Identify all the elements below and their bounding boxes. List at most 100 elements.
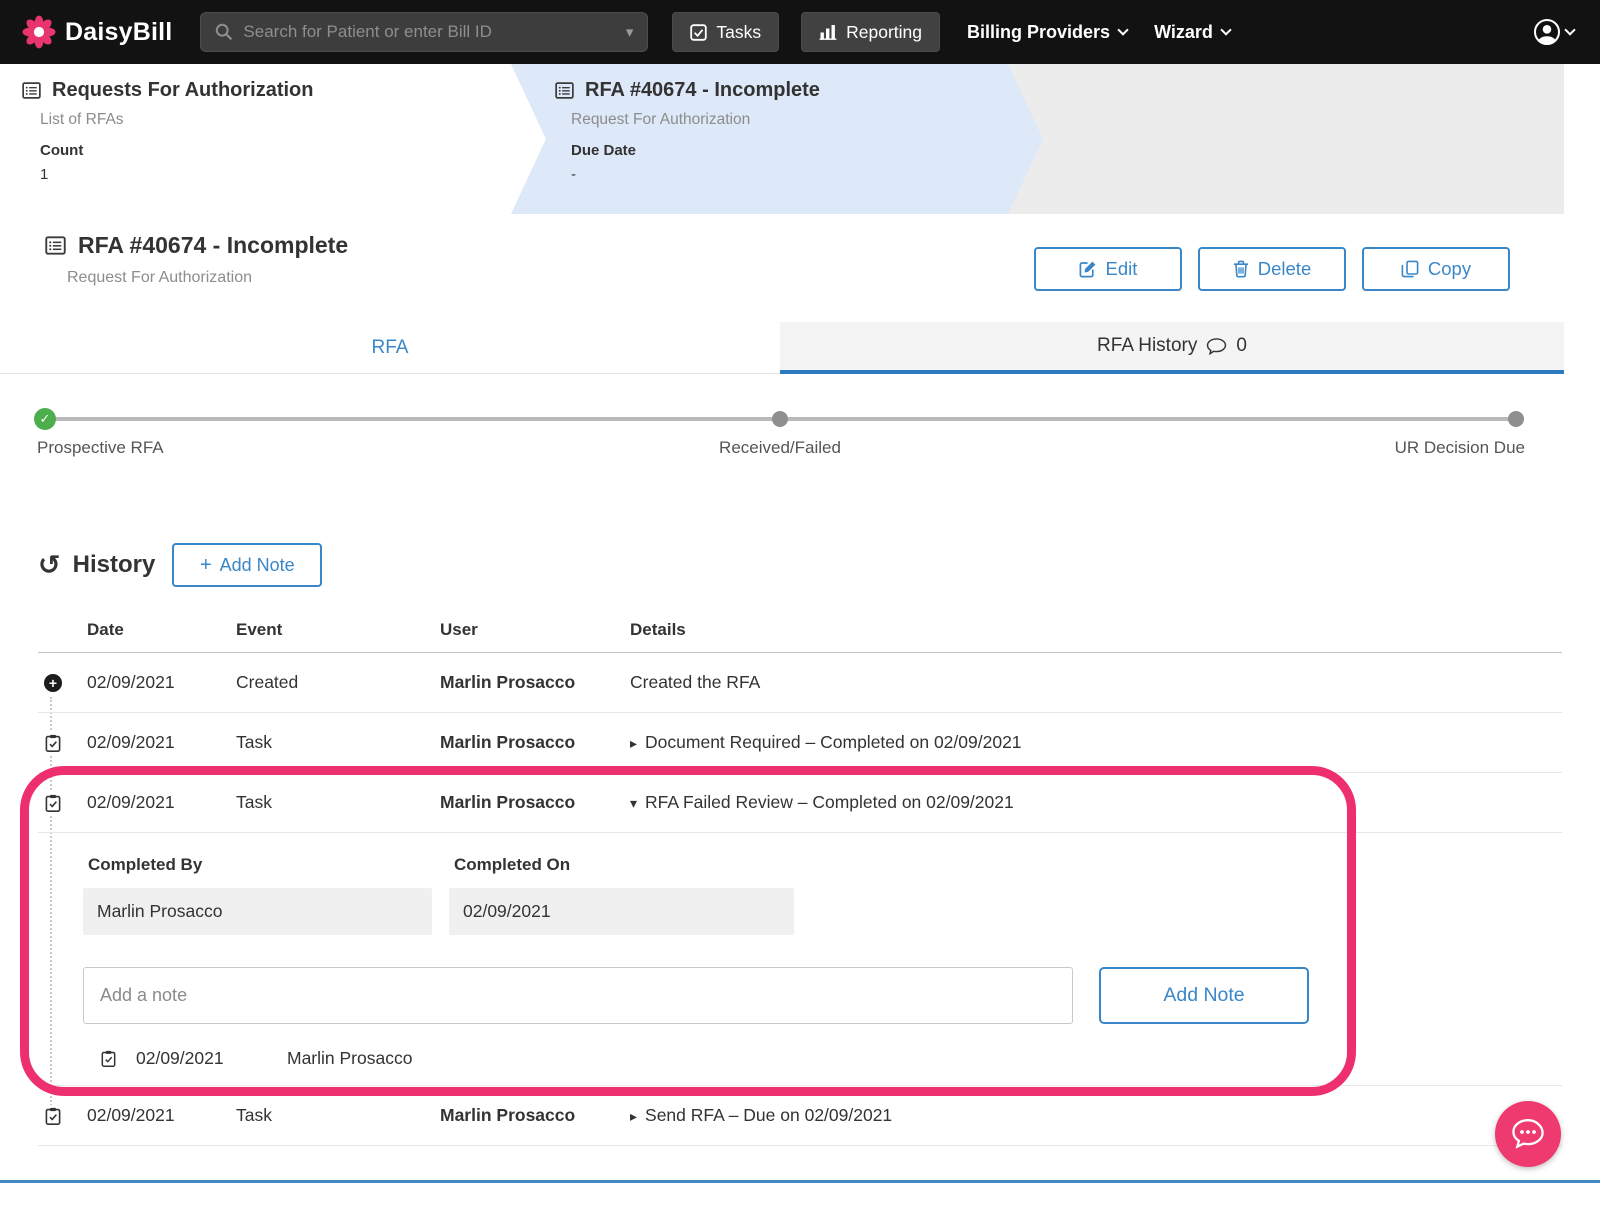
clipboard-check-icon [42, 731, 64, 754]
breadcrumb-title: RFA #40674 - Incomplete [585, 79, 820, 101]
row-event: Task [236, 792, 272, 812]
history-header: ↺ History + Add Note [38, 543, 1600, 587]
brand[interactable]: DaisyBill [22, 15, 172, 49]
row-user: Marlin Prosacco [440, 732, 576, 752]
page-title: RFA #40674 - Incomplete [78, 232, 349, 258]
delete-button[interactable]: Delete [1198, 247, 1346, 291]
clipboard-check-icon [98, 1050, 118, 1067]
plus-icon: + [199, 554, 212, 576]
row-date: 02/09/2021 [87, 1105, 175, 1125]
table-row: + 02/09/2021 Created Marlin Prosacco Cre… [38, 653, 1562, 713]
brand-name: DaisyBill [65, 17, 173, 46]
clipboard-check-icon [42, 791, 64, 814]
history-heading: History [72, 551, 156, 578]
col-details: Details [630, 619, 686, 639]
wizard-menu[interactable]: Wizard [1154, 22, 1232, 43]
plus-circle-icon: + [42, 671, 64, 694]
tab-bar: RFA RFA History 0 [0, 322, 1564, 374]
top-nav: DaisyBill ▾ Tasks Reporting Billing Prov… [0, 0, 1600, 64]
chevron-down-icon [1564, 24, 1576, 36]
table-header-row: Date Event User Details [38, 607, 1562, 653]
completed-by-value: Marlin Prosacco [83, 888, 432, 935]
row-details: Created the RFA [630, 672, 761, 692]
col-event: Event [236, 619, 283, 639]
row-date: 02/09/2021 [87, 792, 175, 812]
row-event: Task [236, 732, 272, 752]
step-complete-check-icon: ✓ [34, 408, 56, 430]
step-dot [1508, 411, 1524, 427]
account-menu[interactable] [1533, 18, 1576, 46]
table-row-expanded-header[interactable]: 02/09/2021 Task Marlin Prosacco ▾ RFA Fa… [38, 773, 1562, 833]
table-row[interactable]: 02/09/2021 Task Marlin Prosacco ▸ Docume… [38, 713, 1562, 773]
breadcrumb-rfa-list[interactable]: Requests For Authorization List of RFAs … [0, 64, 546, 214]
add-note-button[interactable]: + Add Note [172, 543, 323, 587]
row-details: Send RFA – Due on 02/09/2021 [645, 1105, 893, 1125]
breadcrumb-title: Requests For Authorization [52, 79, 314, 101]
reporting-label: Reporting [846, 21, 923, 42]
trash-icon [1233, 260, 1248, 278]
tasks-button[interactable]: Tasks [672, 12, 780, 52]
note-input[interactable] [83, 967, 1073, 1024]
expanded-task-panel: Completed By Marlin Prosacco Completed O… [38, 833, 1562, 1086]
breadcrumb-rfa-current[interactable]: RFA #40674 - Incomplete Request For Auth… [511, 64, 1043, 214]
row-user: Marlin Prosacco [440, 792, 576, 812]
edit-label: Edit [1105, 258, 1138, 279]
search-icon [216, 23, 233, 41]
rfa-icon [555, 82, 574, 99]
chevron-down-icon [1117, 24, 1129, 36]
rfa-icon [45, 236, 66, 255]
caret-right-icon[interactable]: ▸ [630, 1109, 637, 1123]
delete-label: Delete [1257, 258, 1312, 279]
chat-bubble-icon [1512, 1119, 1544, 1149]
tab-rfa-label: RFA [371, 336, 409, 358]
row-user: Marlin Prosacco [440, 1105, 576, 1125]
search-dropdown-caret-icon[interactable]: ▾ [626, 25, 634, 40]
caret-right-icon[interactable]: ▸ [630, 736, 637, 750]
tab-history-label: RFA History [1097, 335, 1198, 356]
edit-pencil-icon [1079, 261, 1095, 278]
copy-label: Copy [1427, 258, 1472, 279]
subrow-date: 02/09/2021 [136, 1048, 224, 1068]
tasks-label: Tasks [716, 21, 762, 42]
col-date: Date [87, 619, 124, 639]
expanded-add-note-button[interactable]: Add Note [1099, 967, 1309, 1024]
subrow-user: Marlin Prosacco [287, 1048, 413, 1068]
row-event: Task [236, 1105, 272, 1125]
billing-providers-menu[interactable]: Billing Providers [967, 22, 1129, 43]
copy-icon [1401, 260, 1419, 278]
daisy-logo-icon [22, 15, 56, 49]
copy-button[interactable]: Copy [1362, 247, 1510, 291]
count-value: 1 [40, 166, 49, 183]
bar-chart-icon [819, 25, 837, 40]
edit-button[interactable]: Edit [1034, 247, 1182, 291]
breadcrumb-subtitle: Request For Authorization [571, 111, 751, 128]
chat-widget-button[interactable] [1495, 1101, 1561, 1167]
row-date: 02/09/2021 [87, 732, 175, 752]
row-details: RFA Failed Review – Completed on 02/09/2… [645, 792, 1014, 812]
caret-down-icon[interactable]: ▾ [630, 796, 637, 810]
reporting-button[interactable]: Reporting [801, 12, 941, 52]
completed-on-field: Completed On 02/09/2021 [449, 855, 794, 935]
tab-history-count: 0 [1236, 335, 1247, 356]
row-details: Document Required – Completed on 02/09/2… [645, 732, 1022, 752]
col-user: User [440, 619, 478, 639]
task-note-subrow: 02/09/2021 Marlin Prosacco [38, 1048, 1562, 1085]
search-input[interactable] [243, 22, 626, 42]
tab-rfa[interactable]: RFA [0, 322, 780, 374]
breadcrumb-subtitle: List of RFAs [40, 111, 124, 128]
bottom-border-line [0, 1180, 1600, 1183]
breadcrumb: Requests For Authorization List of RFAs … [0, 64, 1600, 214]
due-date-label: Due Date [571, 142, 637, 159]
step-label-received: Received/Failed [719, 438, 841, 457]
tab-rfa-history[interactable]: RFA History 0 [780, 322, 1564, 374]
history-table: Date Event User Details + 02/09/2021 Cre… [38, 607, 1562, 1146]
table-row[interactable]: 02/09/2021 Task Marlin Prosacco ▸ Send R… [38, 1086, 1562, 1146]
tasks-check-icon [690, 23, 708, 41]
count-label: Count [40, 142, 84, 159]
due-date-value: - [571, 166, 576, 183]
global-search[interactable]: ▾ [200, 12, 649, 52]
step-dot [772, 411, 788, 427]
user-avatar-icon [1534, 19, 1560, 45]
step-label-prospective: Prospective RFA [37, 438, 164, 457]
completed-on-value: 02/09/2021 [449, 888, 794, 935]
